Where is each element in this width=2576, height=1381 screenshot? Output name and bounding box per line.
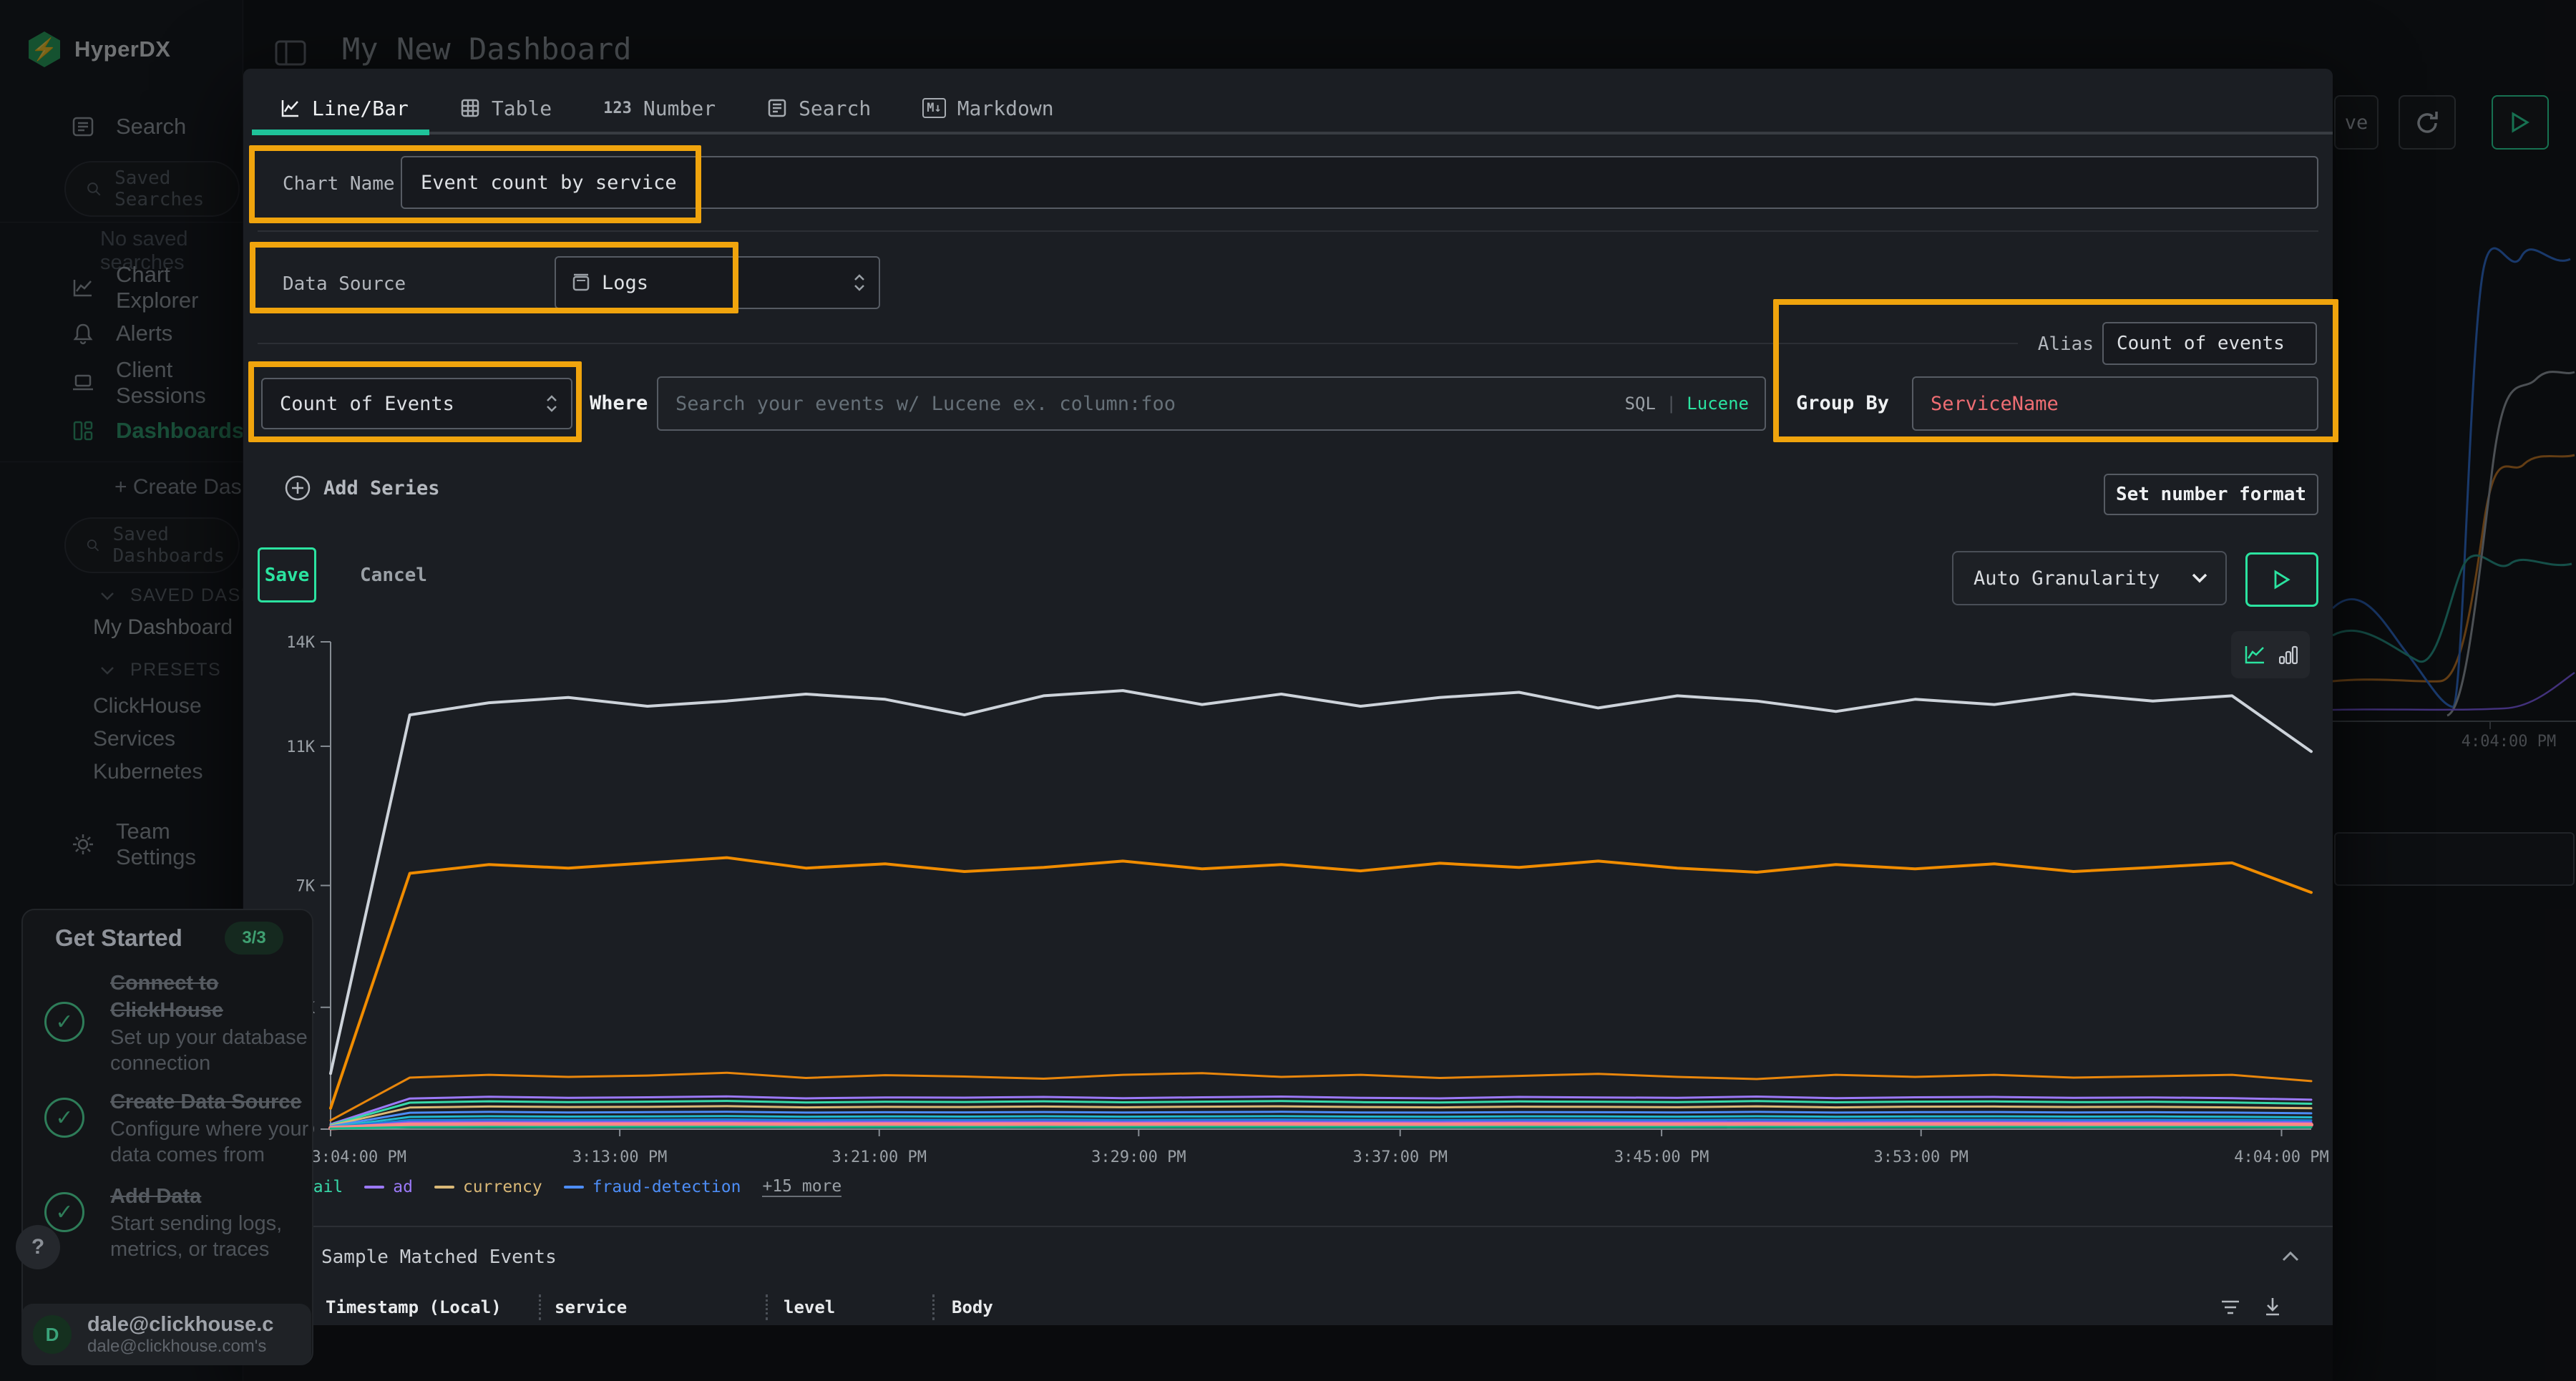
plus-circle-icon [283, 474, 312, 502]
annotation-aggregation [248, 361, 582, 442]
legend-item[interactable]: fraud-detection [564, 1178, 741, 1196]
add-series-button[interactable]: Add Series [283, 474, 440, 502]
svg-text:0: 0 [306, 1121, 315, 1139]
legend-more-link[interactable]: +15 more [762, 1177, 841, 1197]
annotation-data-source [250, 242, 738, 313]
search-list-icon [767, 98, 787, 118]
tab-markdown[interactable]: M↓ Markdown [922, 97, 1053, 120]
svg-text:3.5K: 3.5K [277, 1000, 316, 1018]
svg-text:4:04:00 PM: 4:04:00 PM [2234, 1148, 2328, 1166]
tab-line-bar[interactable]: Line/Bar [280, 97, 409, 120]
collapse-chevron-icon[interactable] [2281, 1251, 2300, 1262]
chevron-up-down-icon [853, 273, 866, 292]
tabbar-divider [252, 132, 2333, 135]
svg-text:3:45:00 PM: 3:45:00 PM [1614, 1148, 1709, 1166]
table-body-area [243, 1325, 2333, 1381]
legend-item[interactable]: currency [434, 1178, 542, 1196]
svg-text:3:21:00 PM: 3:21:00 PM [832, 1148, 927, 1166]
sql-toggle[interactable]: SQL [1625, 394, 1656, 414]
svg-text:Aug 4 3:04:00 PM: Aug 4 3:04:00 PM [255, 1148, 406, 1166]
svg-text:3:53:00 PM: 3:53:00 PM [1873, 1148, 1968, 1166]
column-timestamp[interactable]: Timestamp (Local) [326, 1297, 502, 1317]
line-bar-chart-icon [280, 98, 301, 118]
svg-text:3:37:00 PM: 3:37:00 PM [1352, 1148, 1447, 1166]
tab-number[interactable]: 123 Number [603, 97, 716, 120]
annotation-chart-name [249, 145, 701, 223]
number-123-icon: 123 [603, 99, 632, 117]
run-chart-button[interactable] [2245, 552, 2318, 607]
sample-events-header[interactable]: Sample Matched Events [283, 1245, 557, 1269]
where-search-input[interactable]: Search your events w/ Lucene ex. column:… [657, 376, 1766, 431]
chart-type-tabs: Line/Bar Table 123 Number Search M↓ Mark… [258, 86, 1054, 130]
svg-text:7K: 7K [296, 878, 316, 896]
time-series-chart[interactable]: 14K 11K 7K 3.5K 0 Aug 4 3:04:00 PM 3:13:00 PM 3… [243, 630, 2333, 1173]
list-icon [283, 1245, 307, 1269]
chart-legend: email ad currency fraud-detection +15 mo… [265, 1177, 841, 1197]
lucene-toggle[interactable]: Lucene [1687, 394, 1749, 414]
active-tab-indicator [252, 130, 429, 135]
filter-icon[interactable] [2220, 1297, 2241, 1317]
tab-search[interactable]: Search [767, 97, 871, 120]
chevron-down-icon [2191, 573, 2208, 583]
svg-text:11K: 11K [286, 738, 315, 756]
annotation-group-by [1773, 299, 2338, 442]
sample-events-table-header: Timestamp (Local) service level Body [243, 1292, 2333, 1325]
svg-text:14K: 14K [286, 634, 315, 652]
granularity-select[interactable]: Auto Granularity [1952, 551, 2227, 605]
cancel-button[interactable]: Cancel [351, 547, 436, 602]
where-placeholder: Search your events w/ Lucene ex. column:… [675, 393, 1176, 415]
legend-item[interactable]: email [265, 1178, 343, 1196]
column-level[interactable]: level [784, 1297, 835, 1317]
markdown-icon: M↓ [922, 98, 945, 118]
save-button[interactable]: Save [258, 547, 316, 602]
set-number-format-button[interactable]: Set number format [2104, 474, 2318, 515]
tab-table[interactable]: Table [460, 97, 552, 120]
column-body[interactable]: Body [952, 1297, 993, 1317]
table-icon [460, 98, 480, 118]
legend-item[interactable]: ad [364, 1178, 413, 1196]
svg-text:3:29:00 PM: 3:29:00 PM [1091, 1148, 1186, 1166]
play-icon [2273, 570, 2290, 590]
svg-text:3:13:00 PM: 3:13:00 PM [572, 1148, 667, 1166]
column-service[interactable]: service [555, 1297, 627, 1317]
query-language-toggle[interactable]: SQL | Lucene [1625, 394, 1749, 414]
download-icon[interactable] [2263, 1296, 2283, 1317]
where-label: Where [590, 392, 648, 414]
